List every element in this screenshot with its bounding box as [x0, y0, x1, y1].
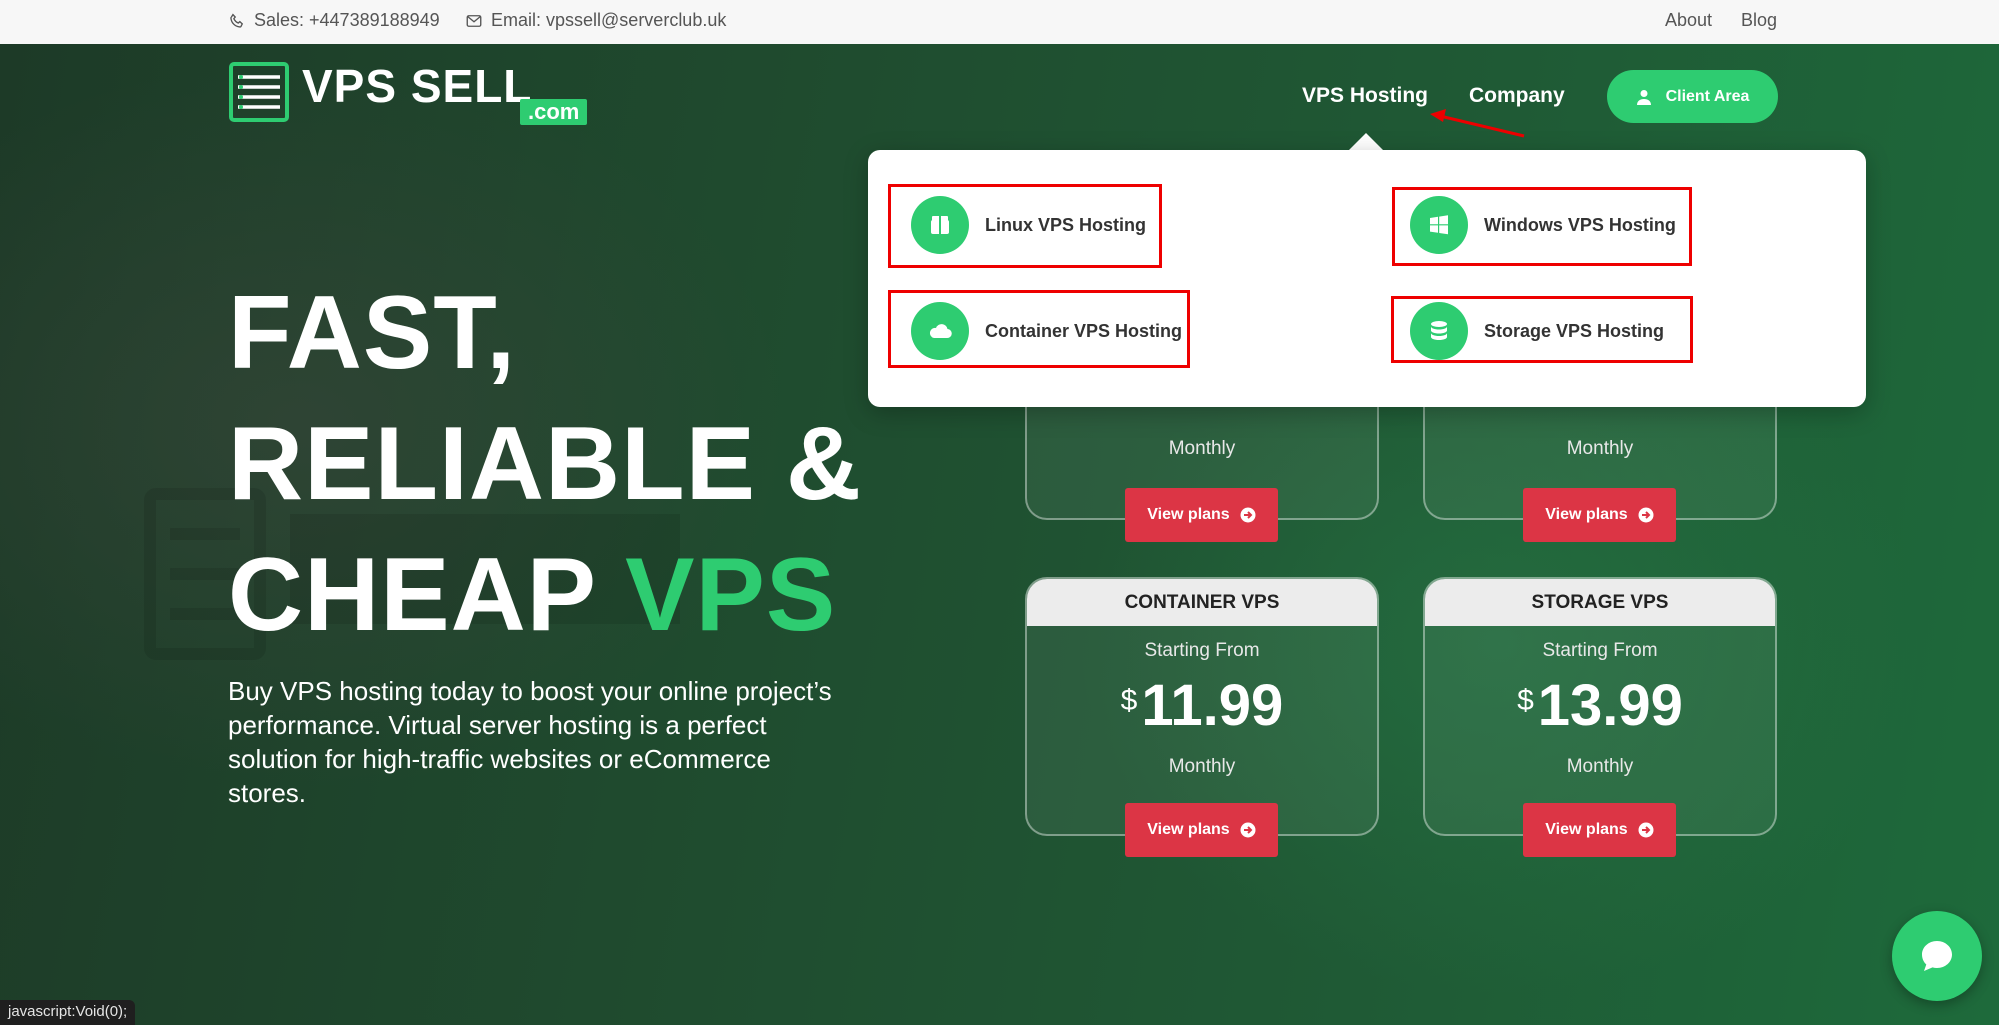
currency-symbol: $: [1120, 684, 1138, 717]
client-area-button[interactable]: Client Area: [1607, 70, 1778, 123]
annotation-arrow: [1430, 109, 1525, 138]
chat-bubble-icon: [1918, 937, 1956, 975]
card-title: STORAGE VPS: [1425, 579, 1775, 626]
contact-email-label: Email: vpssell@serverclub.uk: [491, 10, 727, 30]
view-plans-button-windows[interactable]: View plans: [1523, 488, 1676, 542]
sales-phone-label: Sales: +447389188949: [254, 10, 440, 30]
live-chat-button[interactable]: [1892, 911, 1982, 1001]
headline-line-3-plain: CHEAP: [228, 537, 626, 653]
sales-phone[interactable]: Sales: +447389188949: [228, 10, 440, 31]
linux-card-period: Monthly: [1168, 438, 1236, 459]
server-rack-icon: [228, 61, 290, 123]
view-plans-label: View plans: [1147, 506, 1230, 523]
arrow-circle-icon: [1240, 822, 1256, 838]
view-plans-button-storage[interactable]: View plans: [1523, 803, 1676, 857]
price-value: 11.99: [1141, 673, 1284, 738]
price-value: 13.99: [1537, 673, 1683, 738]
client-area-label: Client Area: [1665, 87, 1750, 105]
logo-wordmark: VPS SELL: [302, 60, 533, 112]
card-period: Monthly: [1168, 756, 1236, 777]
headline-line-3: CHEAP VPS: [228, 530, 862, 661]
currency-symbol: $: [1517, 684, 1534, 717]
logo-domain-suffix: .com: [520, 99, 588, 125]
blog-link[interactable]: Blog: [1741, 10, 1777, 31]
user-icon: [1636, 89, 1652, 105]
annotation-box-storage: [1391, 296, 1693, 363]
headline-line-2: RELIABLE &: [228, 406, 862, 522]
site-logo[interactable]: VPS SELL .com: [228, 60, 592, 125]
view-plans-button-linux[interactable]: View plans: [1125, 488, 1278, 542]
nav-vps-hosting[interactable]: VPS Hosting: [1302, 84, 1428, 108]
headline-line-1: FAST,: [228, 275, 517, 391]
dropdown-caret: [1348, 133, 1384, 151]
windows-card-period: Monthly: [1566, 438, 1634, 459]
view-plans-label: View plans: [1545, 506, 1628, 523]
annotation-box-windows: [1392, 187, 1692, 266]
pricing-card-storage: STORAGE VPS Starting From $ 13.99 Monthl…: [1423, 577, 1777, 836]
card-price: $ 13.99: [1425, 676, 1775, 736]
card-price: $ 11.99: [1027, 676, 1377, 736]
view-plans-label: View plans: [1545, 821, 1628, 838]
arrow-circle-icon: [1638, 507, 1654, 523]
arrow-circle-icon: [1240, 507, 1256, 523]
annotation-box-container: [888, 290, 1190, 368]
contact-email[interactable]: Email: vpssell@serverclub.uk: [465, 10, 726, 31]
headline-accent: VPS: [625, 537, 837, 653]
envelope-icon: [465, 12, 483, 30]
pricing-card-container: CONTAINER VPS Starting From $ 11.99 Mont…: [1025, 577, 1379, 836]
top-bar: Sales: +447389188949 Email: vpssell@serv…: [0, 0, 1999, 44]
card-period: Monthly: [1566, 756, 1634, 777]
card-starting-from: Starting From: [1542, 640, 1658, 661]
arrow-circle-icon: [1638, 822, 1654, 838]
about-link[interactable]: About: [1665, 10, 1712, 31]
hero-description: Buy VPS hosting today to boost your onli…: [228, 676, 832, 808]
view-plans-button-container[interactable]: View plans: [1125, 803, 1278, 857]
card-starting-from: Starting From: [1144, 640, 1260, 661]
phone-icon: [228, 12, 246, 30]
annotation-box-linux: [888, 184, 1162, 268]
hero-headline: FAST, RELIABLE & CHEAP VPS: [228, 268, 862, 661]
card-title: CONTAINER VPS: [1027, 579, 1377, 626]
view-plans-label: View plans: [1147, 821, 1230, 838]
browser-status-bar: javascript:Void(0);: [0, 1000, 136, 1025]
